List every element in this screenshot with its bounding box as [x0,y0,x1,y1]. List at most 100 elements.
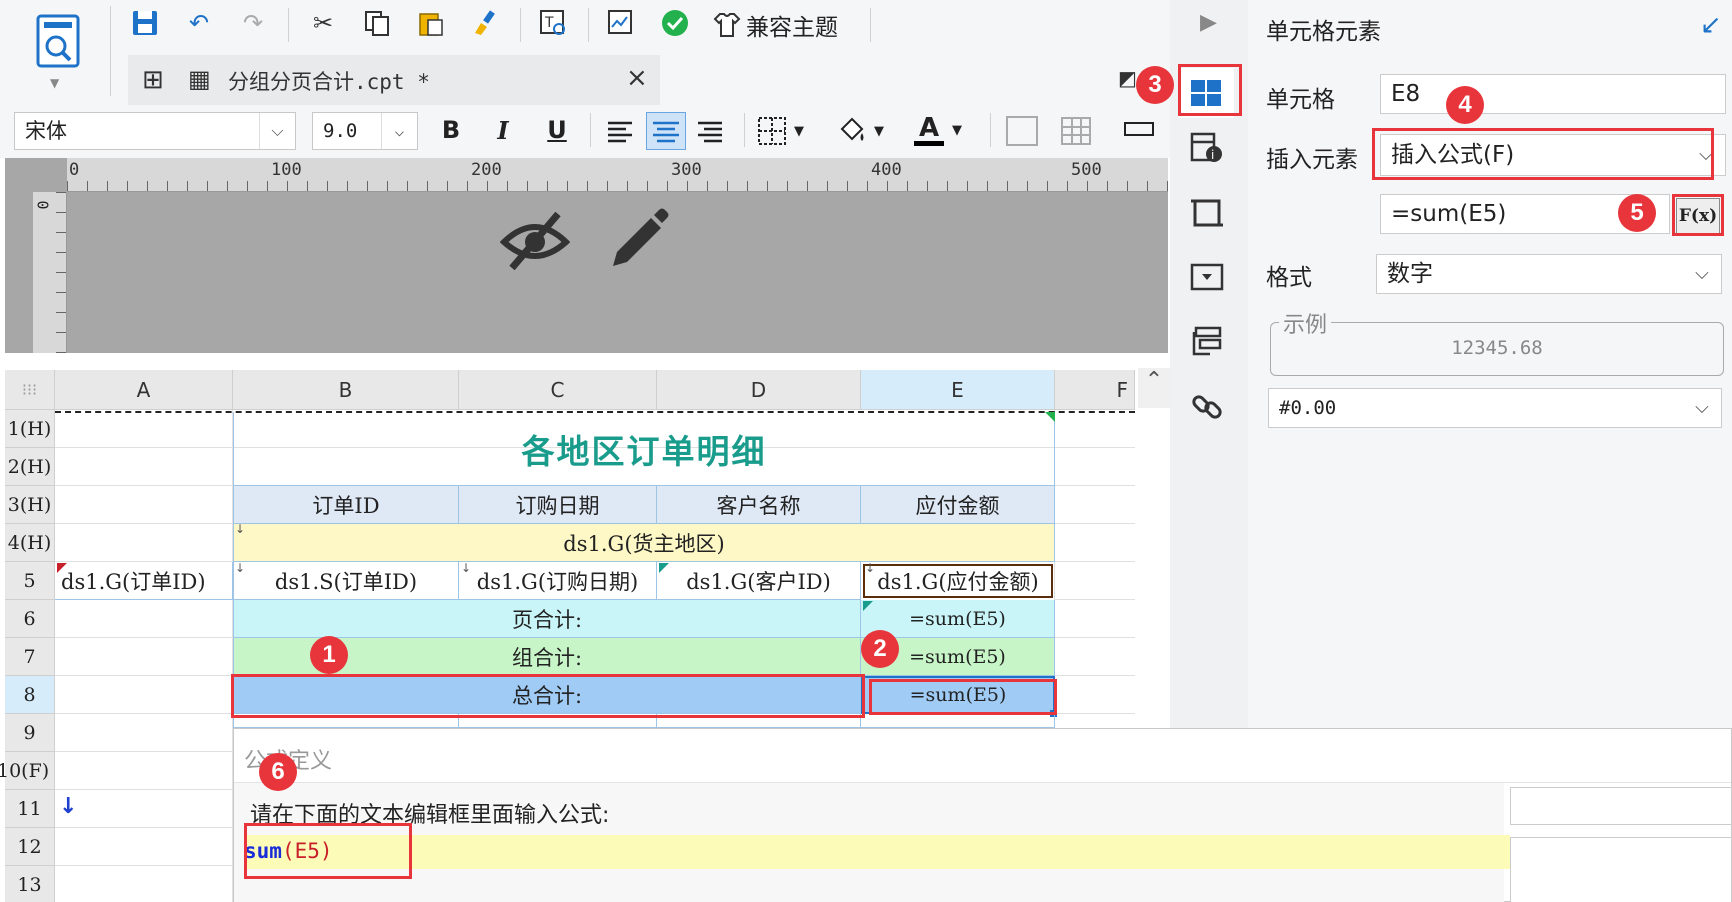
unmerge-cells-icon[interactable] [1060,116,1092,146]
tab-close-icon[interactable]: × [626,63,648,93]
column-header-b[interactable]: B [233,370,459,410]
data-cell-a5[interactable]: ds1.G(订单ID) [55,562,233,600]
report-title-cell[interactable]: 各地区订单明细 [233,412,1055,486]
svg-text:T: T [544,15,554,31]
font-size-select[interactable]: 9.0 ⌵ [312,112,418,150]
row-header[interactable]: 10(F) [0,752,55,790]
border-button[interactable]: ▼ [756,114,816,148]
function-list[interactable] [1510,837,1732,902]
example-legend: 示例 [1279,307,1332,339]
group-cell[interactable]: ds1.G(货主地区) [233,524,1055,562]
row-header[interactable]: 4(H) [5,524,55,562]
cell-address-field[interactable]: E8 [1380,74,1726,114]
header-cell[interactable]: 客户名称 [657,486,861,524]
format-painter-icon[interactable] [468,6,502,40]
column-header-e[interactable]: E [861,370,1055,410]
header-cell[interactable]: 订单ID [233,486,459,524]
align-left-button[interactable] [602,114,638,148]
grid-view-icon[interactable]: ⊞ [142,65,164,95]
cell-marker-red [57,563,67,573]
collapse-arrow-icon[interactable]: ▶ [1200,10,1217,35]
example-value: 12345.68 [1451,337,1543,359]
more-icon[interactable] [1124,122,1154,136]
align-center-button[interactable] [646,112,686,150]
formula-editor[interactable]: sum(E5) [244,835,1510,869]
data-cell-c5[interactable]: ds1.G(订购日期) [459,562,657,600]
row-header[interactable]: 3(H) [5,486,55,524]
chart-search-icon[interactable] [604,6,638,40]
redo-icon[interactable]: ↷ [236,6,270,40]
align-right-button[interactable] [692,114,728,148]
top-toolbar-area: ▼ ↶ ↷ ✂ T 兼容主题 ⊞ ▦ 分组分页合计.cpt * × ◩ 宋体 ⌵ [0,0,1170,158]
row-header[interactable]: 2(H) [5,448,55,486]
font-name-select[interactable]: 宋体 ⌵ [14,112,296,150]
row-header[interactable]: 8 [5,676,55,714]
annotation-badge-2: 2 [861,630,899,668]
hidden-eye-icon[interactable] [499,208,571,278]
separator [588,8,589,42]
data-cell-b5[interactable]: ds1.S(订单ID) [233,562,459,600]
row-header[interactable]: 12 [5,828,55,866]
function-search-field[interactable] [1510,787,1732,825]
underline-button[interactable]: U [540,112,574,148]
merge-cells-icon[interactable] [1006,116,1038,146]
column-header-f[interactable]: F [1055,370,1135,410]
cell-style-icon[interactable] [1190,196,1224,234]
cell-attribute-icon[interactable]: i [1190,132,1224,168]
chevron-down-icon: ⌵ [259,113,295,149]
chevron-up-icon[interactable]: ⌃ [1138,368,1170,408]
cell-label: 单元格 [1266,87,1335,113]
annotation-badge-6: 6 [259,753,297,791]
cut-icon[interactable]: ✂ [306,6,340,40]
row-header[interactable]: 6 [5,600,55,638]
document-tab[interactable]: ⊞ ▦ 分组分页合计.cpt * × [128,55,660,105]
formula-value: =sum(E5) [1391,201,1507,227]
preview-icon[interactable] [28,12,88,72]
bold-button[interactable]: B [434,112,468,148]
column-header-d[interactable]: D [657,370,861,410]
compat-theme-button[interactable]: 兼容主题 [712,8,838,42]
edit-pencil-icon[interactable] [605,204,671,274]
italic-button[interactable]: I [486,112,520,148]
font-color-button[interactable]: A ▼ [914,110,978,150]
panel-title: 单元格元素 [1266,19,1381,45]
row-header[interactable]: 13 [5,866,55,902]
widget-icon[interactable] [1190,262,1224,296]
paint-bucket-icon [840,117,864,141]
expand-down-marker: ↓ [865,561,876,575]
select-all-corner[interactable]: ⁝⁝⁝ [5,370,55,410]
format-select[interactable]: 数字 ⌵ [1376,254,1722,294]
condition-icon[interactable] [1190,326,1224,362]
annotation-box-insert-select [1372,128,1714,180]
separator [520,8,521,42]
save-icon[interactable] [128,6,162,40]
expand-icon[interactable]: ◩ [1118,66,1137,90]
paste-icon[interactable] [414,6,448,40]
undo-icon[interactable]: ↶ [182,6,216,40]
check-icon[interactable] [658,6,692,40]
hyperlink-icon[interactable] [1190,390,1224,428]
text-search-icon[interactable]: T [536,6,570,40]
font-size-value: 9.0 [323,120,358,142]
header-cell[interactable]: 应付金额 [861,486,1055,524]
preview-dropdown-icon[interactable]: ▼ [50,76,59,90]
column-header-a[interactable]: A [55,370,233,410]
fill-color-button[interactable]: ▼ [836,114,896,148]
separator [288,8,289,42]
pattern-select[interactable]: #0.00 ⌵ [1268,388,1722,428]
chevron-down-icon: ▼ [952,122,962,138]
row-header[interactable]: 7 [5,638,55,676]
row-header[interactable]: 1(H) [5,410,55,448]
data-cell-d5[interactable]: ds1.G(客户ID) [657,562,861,600]
copy-icon[interactable] [360,6,394,40]
column-header-c[interactable]: C [459,370,657,410]
page-total-label-cell[interactable]: 页合计: [233,600,861,638]
border-icon [758,117,786,145]
header-cell[interactable]: 订购日期 [459,486,657,524]
row-header[interactable]: 11 [5,790,55,828]
row-header[interactable]: 5 [5,562,55,600]
separator [590,113,591,147]
panel-collapse-icon[interactable]: ↙ [1700,10,1722,40]
row-header[interactable]: 9 [5,714,55,752]
data-cell-e5[interactable]: ds1.G(应付金额) [863,564,1053,598]
